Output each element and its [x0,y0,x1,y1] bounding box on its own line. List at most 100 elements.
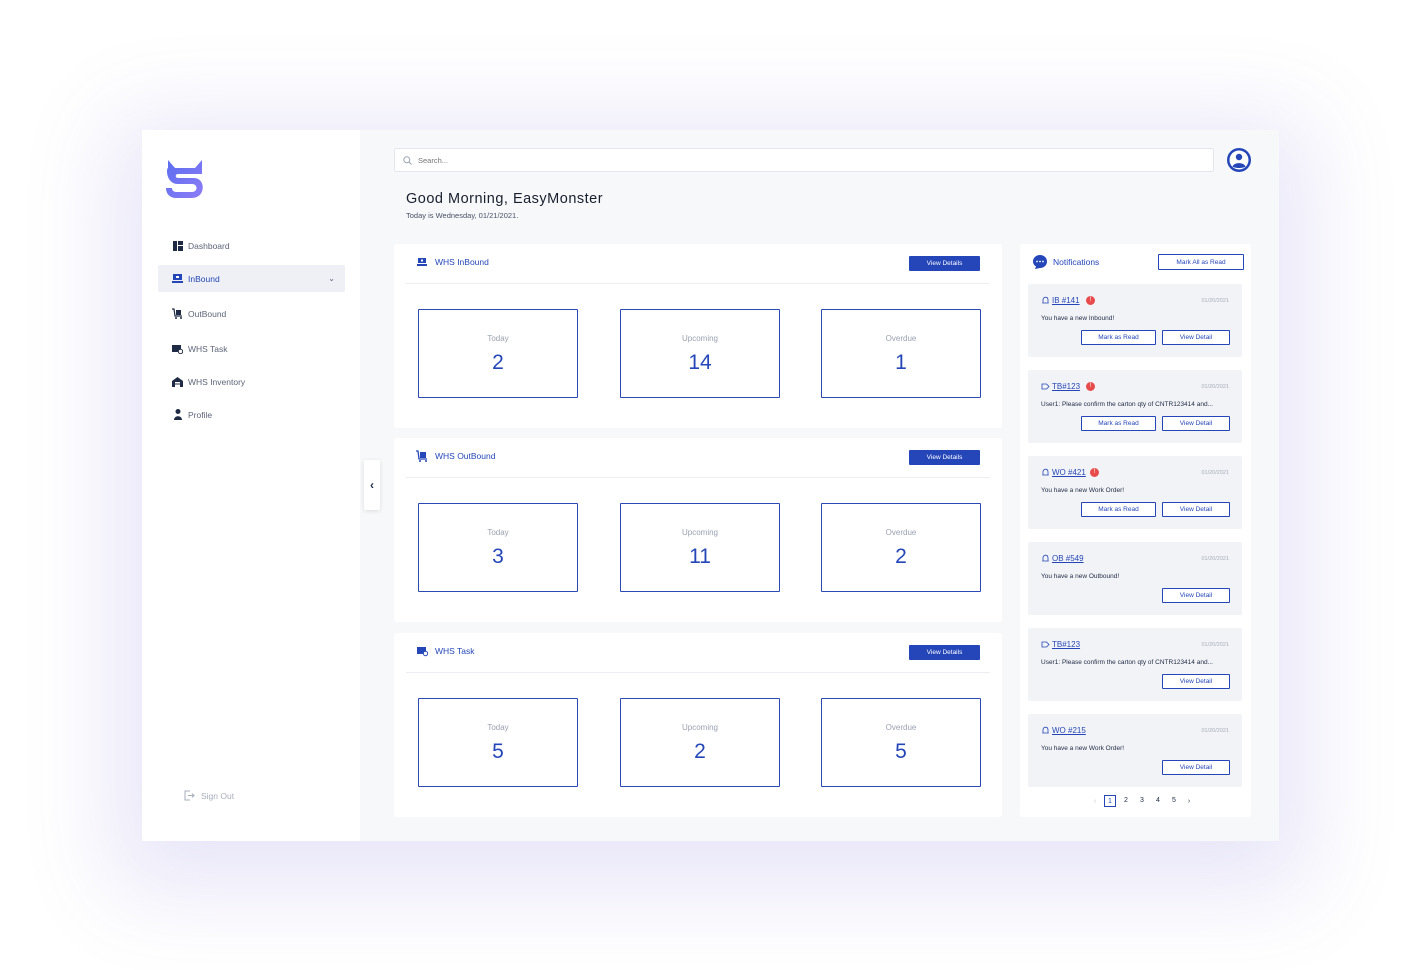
bell-icon [1042,468,1049,476]
sidebar-item-inbound[interactable]: InBound ⌄ [158,265,345,292]
stat-value: 5 [895,740,907,763]
mark-as-read-button[interactable]: Mark as Read [1081,330,1156,345]
sign-out-icon [184,790,195,801]
outbound-icon [416,450,427,462]
sidebar-item-outbound[interactable]: OutBound [158,300,345,327]
outbound-panel: WHS OutBound View Details Today 3 Upcomi… [394,438,1002,622]
view-detail-button[interactable]: View Detail [1162,760,1230,775]
notification-card: TB#123 ! 01/20/2021 User1: Please confir… [1028,370,1242,443]
chevron-down-icon[interactable]: ⌄ [328,274,335,283]
notification-ref-text: TB#123 [1052,640,1081,649]
divider [406,477,990,478]
sign-out-button[interactable]: Sign Out [184,790,234,801]
notification-card: WO #421 ! 01/20/2021 You have a new Work… [1028,456,1242,529]
stat-card-overdue[interactable]: Overdue 5 [821,698,981,787]
panel-title: WHS OutBound [416,450,495,462]
notification-ref-link[interactable]: WO #421 [1041,468,1086,477]
notification-date: 01/20/2021 [1201,384,1229,390]
notification-message: You have a new Work Order! [1041,487,1125,494]
stat-value: 5 [492,740,504,763]
notification-ref-text: IB #141 [1052,296,1080,305]
page-link[interactable]: 4 [1152,795,1164,807]
notification-ref-link[interactable]: WO #215 [1041,726,1086,735]
panel-title-text: WHS InBound [435,257,489,267]
tag-icon [1041,641,1050,648]
panel-title-text: WHS Task [435,646,475,656]
stat-card-overdue[interactable]: Overdue 1 [821,309,981,398]
task-icon [172,343,183,354]
bell-icon [1042,726,1049,734]
stat-card-today[interactable]: Today 5 [418,698,578,787]
view-detail-button[interactable]: View Detail [1162,588,1230,603]
notification-date: 01/20/2021 [1201,470,1229,476]
notification-date: 01/20/2021 [1201,556,1229,562]
stat-value: 3 [492,545,504,568]
sidebar-item-label: InBound [188,273,220,284]
view-details-button[interactable]: View Details [909,256,980,271]
notifications-panel: Notifications Mark All as Read IB #141 !… [1020,244,1251,817]
outbound-icon [172,308,183,319]
sidebar-item-whs-inventory[interactable]: WHS Inventory [158,368,345,395]
notification-date: 01/20/2021 [1201,642,1229,648]
page-link[interactable]: 1 [1104,795,1116,807]
sidebar-item-label: Dashboard [188,240,230,251]
mark-as-read-button[interactable]: Mark as Read [1081,416,1156,431]
stat-label: Today [487,723,509,732]
notification-ref-link[interactable]: OB #549 [1041,554,1084,563]
avatar-icon[interactable] [1226,147,1252,173]
sidebar-item-label: WHS Task [188,343,228,354]
mark-all-read-button[interactable]: Mark All as Read [1158,254,1244,270]
stat-card-upcoming[interactable]: Upcoming 2 [620,698,780,787]
page-link[interactable]: 2 [1120,795,1132,807]
inbound-icon [417,258,427,266]
alert-badge: ! [1090,468,1099,477]
view-detail-button[interactable]: View Detail [1162,674,1230,689]
stat-value: 2 [492,351,504,374]
notification-message: You have a new Work Order! [1041,745,1125,752]
view-detail-button[interactable]: View Detail [1162,416,1230,431]
sidebar-item-label: WHS Inventory [188,376,246,387]
view-details-button[interactable]: View Details [909,645,980,660]
notification-message: You have a new Inbound! [1041,315,1115,322]
task-panel: WHS Task View Details Today 5 Upcoming 2… [394,633,1002,817]
stat-value: 14 [688,351,712,374]
panel-title-text: WHS OutBound [435,451,496,461]
divider [406,672,990,673]
view-detail-button[interactable]: View Detail [1162,330,1230,345]
sidebar-item-dashboard[interactable]: Dashboard [158,232,345,259]
page-link[interactable]: 5 [1168,795,1180,807]
notification-ref-link[interactable]: TB#123 [1041,382,1080,391]
search-bar[interactable] [394,148,1214,172]
stat-card-today[interactable]: Today 2 [418,309,578,398]
notification-ref-link[interactable]: IB #141 [1041,296,1080,305]
view-details-button[interactable]: View Details [909,450,980,465]
notification-date: 01/20/2021 [1201,298,1229,304]
notifications-header: Notifications [1032,254,1099,270]
view-detail-button[interactable]: View Detail [1162,502,1230,517]
notification-ref-link[interactable]: TB#123 [1041,640,1080,649]
stat-label: Overdue [885,723,917,732]
search-input[interactable] [418,155,1118,165]
page-title: Good Morning, EasyMonster [406,191,604,207]
chat-bubble-icon [1033,255,1047,269]
stat-card-upcoming[interactable]: Upcoming 14 [620,309,780,398]
mark-as-read-button[interactable]: Mark as Read [1081,502,1156,517]
sign-out-label: Sign Out [201,790,235,801]
sidebar-item-whs-task[interactable]: WHS Task [158,335,345,362]
stat-card-overdue[interactable]: Overdue 2 [821,503,981,592]
stat-card-today[interactable]: Today 3 [418,503,578,592]
panel-title: WHS InBound [416,256,489,268]
tag-icon [1041,383,1050,390]
alert-badge: ! [1086,382,1095,391]
date-subtitle: Today is Wednesday, 01/21/2021. [406,211,519,220]
sidebar-item-profile[interactable]: Profile [158,401,345,428]
prev-page-icon[interactable]: ‹ [1090,798,1100,805]
panel-title: WHS Task [416,645,475,657]
stat-card-upcoming[interactable]: Upcoming 11 [620,503,780,592]
next-page-icon[interactable]: › [1184,798,1194,805]
notifications-title: Notifications [1053,257,1100,267]
notification-message: User1: Please confirm the carton qty of … [1041,659,1213,666]
page-link[interactable]: 3 [1136,795,1148,807]
notification-message: You have a new Outbound! [1041,573,1120,580]
notification-card: IB #141 ! 01/20/2021 You have a new Inbo… [1028,284,1242,357]
